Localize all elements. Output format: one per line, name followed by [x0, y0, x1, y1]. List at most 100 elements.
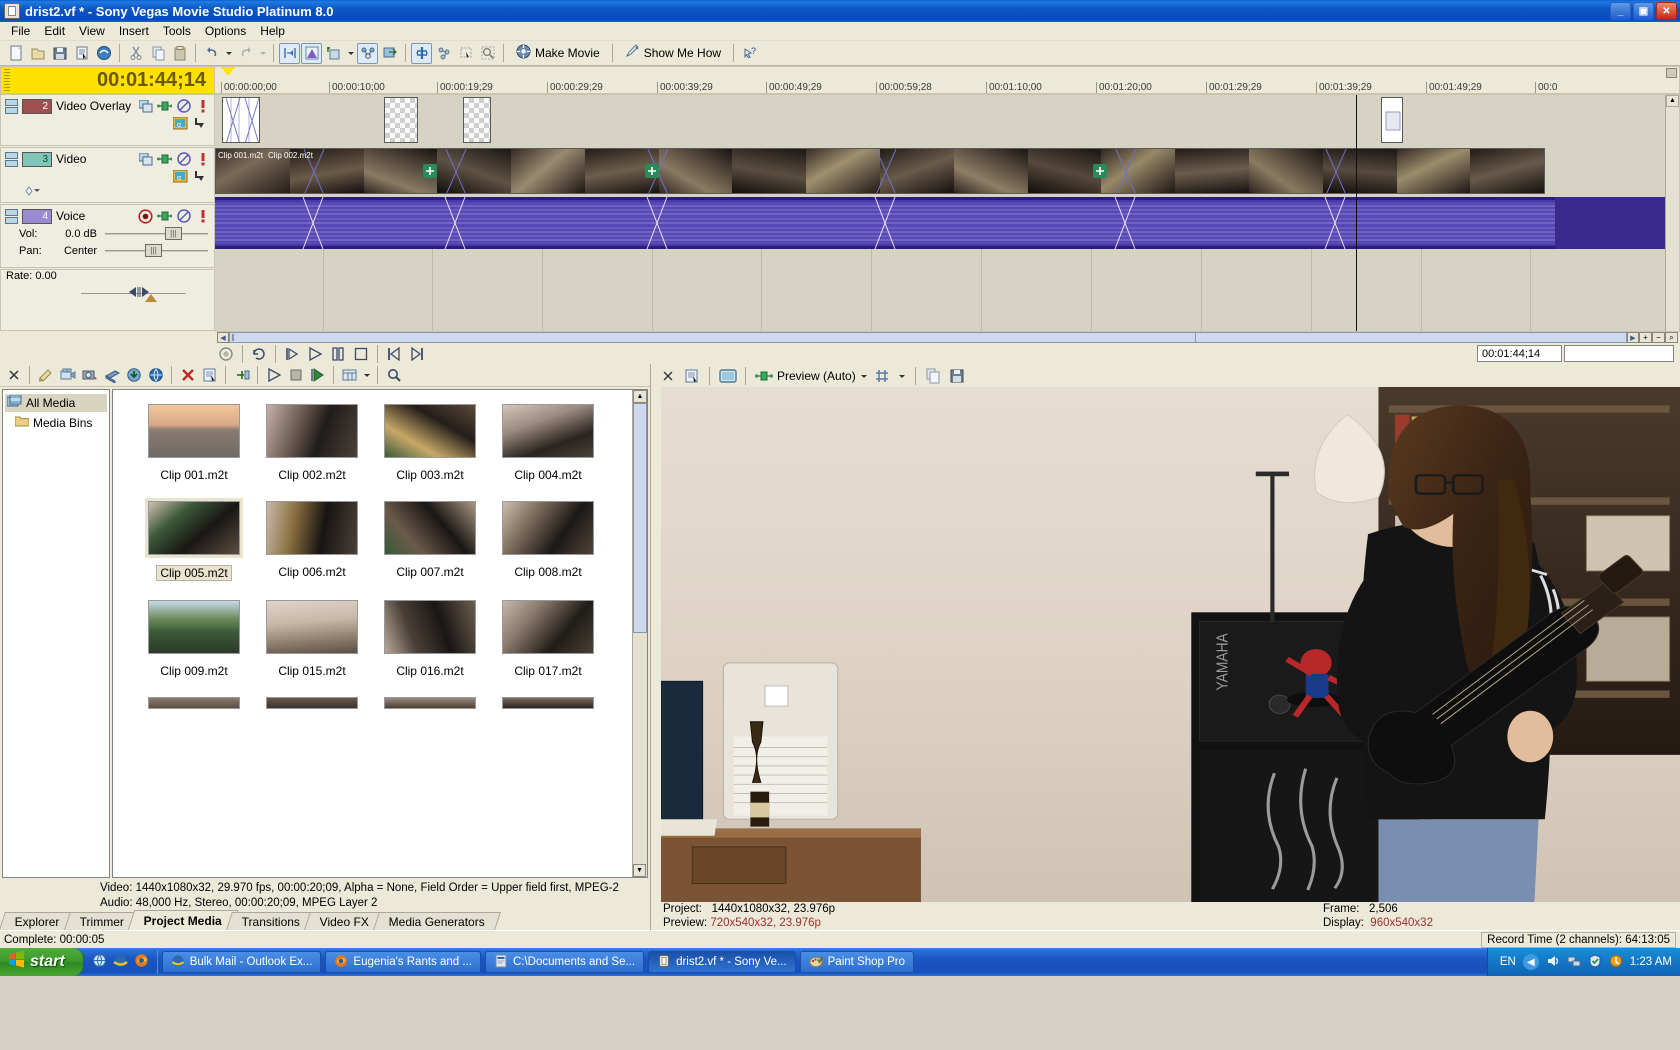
media-item[interactable]: Clip 015.m2t: [253, 600, 371, 678]
preview-properties-icon[interactable]: [681, 365, 702, 386]
media-item[interactable]: Clip 003.m2t: [371, 404, 489, 482]
track-minimize-icon[interactable]: [5, 99, 18, 114]
views-icon[interactable]: [339, 365, 360, 386]
media-properties-icon[interactable]: [199, 365, 220, 386]
media-item[interactable]: Clip 008.m2t: [489, 501, 607, 581]
preview-quality-dropdown-icon[interactable]: [859, 365, 870, 386]
track-lane-voice[interactable]: [215, 197, 1679, 249]
enable-snapping-icon[interactable]: [279, 43, 300, 64]
event-fx-icon[interactable]: [645, 164, 659, 178]
views-dropdown-icon[interactable]: [361, 365, 372, 386]
pan-crop-tool-icon[interactable]: [455, 43, 476, 64]
stop-preview-icon[interactable]: [285, 365, 306, 386]
timeline-event-strip[interactable]: Clip 001.m2t Clip 002.m2t: [215, 148, 1545, 194]
auto-preview-icon[interactable]: [307, 365, 328, 386]
network-icon[interactable]: [1567, 954, 1581, 971]
undo-icon[interactable]: [201, 43, 222, 64]
menu-item-edit[interactable]: Edit: [37, 22, 72, 40]
track-minimize-icon[interactable]: [5, 152, 18, 167]
track-minimize-icon[interactable]: [5, 209, 18, 224]
timeline-event[interactable]: [463, 97, 491, 143]
menu-item-file[interactable]: File: [4, 22, 37, 40]
track-motion-icon[interactable]: α: [173, 169, 188, 184]
media-item[interactable]: [371, 697, 489, 709]
parent-compositing-icon[interactable]: [193, 169, 208, 184]
stop-button[interactable]: [350, 344, 372, 363]
whats-this-icon[interactable]: ?: [739, 43, 760, 64]
volume-icon[interactable]: [1546, 954, 1560, 971]
scroll-left-arrow-icon[interactable]: ◀: [217, 332, 229, 343]
track-name[interactable]: Video Overlay: [56, 99, 134, 113]
media-thumbnail[interactable]: [384, 404, 476, 458]
tab-media-generators[interactable]: Media Generators: [373, 912, 501, 930]
media-item[interactable]: Clip 004.m2t: [489, 404, 607, 482]
audio-event-waveform[interactable]: [215, 197, 1679, 249]
mute-icon[interactable]: [176, 209, 191, 224]
media-thumbnail[interactable]: [266, 600, 358, 654]
media-thumbnail[interactable]: [148, 600, 240, 654]
track-fx-icon[interactable]: [138, 99, 153, 114]
language-indicator[interactable]: EN: [1500, 956, 1516, 968]
ruler-marker-handle[interactable]: [1666, 68, 1677, 78]
track-name[interactable]: Voice: [56, 209, 134, 223]
track-number[interactable]: 3: [22, 152, 52, 167]
taskbar-item-outlook[interactable]: Bulk Mail - Outlook Ex...: [162, 951, 322, 973]
zoom-tool-icon[interactable]: [477, 43, 498, 64]
scroll-thumb[interactable]: [633, 403, 647, 633]
go-to-end-button[interactable]: [406, 344, 428, 363]
bin-item-media-bins[interactable]: Media Bins: [5, 414, 107, 431]
timeline-event[interactable]: [222, 97, 260, 143]
media-item[interactable]: Clip 009.m2t: [135, 600, 253, 678]
media-item[interactable]: [253, 697, 371, 709]
media-thumbnail[interactable]: [266, 501, 358, 555]
selection-edit-tool-icon[interactable]: [411, 43, 432, 64]
firefox-icon[interactable]: [134, 953, 149, 971]
preview-video-display[interactable]: YAMAHA: [661, 387, 1680, 902]
extract-audio-cd-icon[interactable]: [101, 365, 122, 386]
tab-project-media[interactable]: Project Media: [128, 910, 239, 930]
track-fx-icon[interactable]: [138, 152, 153, 167]
show-me-how-button[interactable]: Show Me How: [618, 43, 728, 64]
media-item[interactable]: Clip 002.m2t: [253, 404, 371, 482]
media-manager-icon[interactable]: [93, 43, 114, 64]
track-motion-icon[interactable]: α: [173, 116, 188, 131]
overlays-dropdown-icon[interactable]: [897, 365, 908, 386]
new-project-icon[interactable]: [5, 43, 26, 64]
media-thumbnail[interactable]: [502, 697, 594, 709]
track-header-video-overlay[interactable]: 2 Video Overlay α: [0, 94, 215, 146]
zoom-in-timeline-icon[interactable]: +: [1639, 332, 1652, 343]
get-media-online-icon[interactable]: [145, 365, 166, 386]
make-movie-button[interactable]: Make Movie: [509, 43, 607, 64]
start-preview-icon[interactable]: [263, 365, 284, 386]
redo-icon[interactable]: [235, 43, 256, 64]
media-thumbnail[interactable]: [384, 697, 476, 709]
media-thumbnail-grid[interactable]: Clip 001.m2t Clip 002.m2t Clip 003.m2t C…: [112, 389, 648, 878]
mute-icon[interactable]: [176, 152, 191, 167]
media-thumbnail[interactable]: [384, 600, 476, 654]
menu-item-options[interactable]: Options: [198, 22, 253, 40]
menu-item-insert[interactable]: Insert: [112, 22, 156, 40]
taskbar-item-paintshop[interactable]: Paint Shop Pro: [800, 951, 914, 973]
compositing-mode-icon[interactable]: [157, 99, 172, 114]
mute-icon[interactable]: [176, 99, 191, 114]
media-thumbnail[interactable]: [148, 697, 240, 709]
media-item[interactable]: [135, 697, 253, 709]
play-from-start-button[interactable]: [281, 344, 303, 363]
solo-icon[interactable]: [195, 99, 210, 114]
record-button[interactable]: [215, 344, 237, 363]
pan-slider[interactable]: |||: [105, 244, 208, 257]
close-preview-icon[interactable]: [657, 365, 678, 386]
zoom-out-timeline-icon[interactable]: −: [1652, 332, 1665, 343]
clock[interactable]: 1:23 AM: [1630, 956, 1672, 968]
media-item[interactable]: Clip 017.m2t: [489, 600, 607, 678]
compositing-mode-icon[interactable]: [157, 209, 172, 224]
copy-icon[interactable]: [147, 43, 168, 64]
volume-slider[interactable]: |||: [105, 227, 208, 240]
taskbar-item-vegas[interactable]: drist2.vf * - Sony Ve...: [648, 951, 796, 973]
start-button[interactable]: start: [0, 948, 84, 976]
show-desktop-icon[interactable]: [92, 953, 107, 971]
pan-fader-row[interactable]: Pan: Center |||: [1, 242, 214, 259]
menu-item-view[interactable]: View: [72, 22, 112, 40]
show-hidden-icons-icon[interactable]: ◀: [1523, 954, 1539, 970]
project-properties-icon[interactable]: [71, 43, 92, 64]
